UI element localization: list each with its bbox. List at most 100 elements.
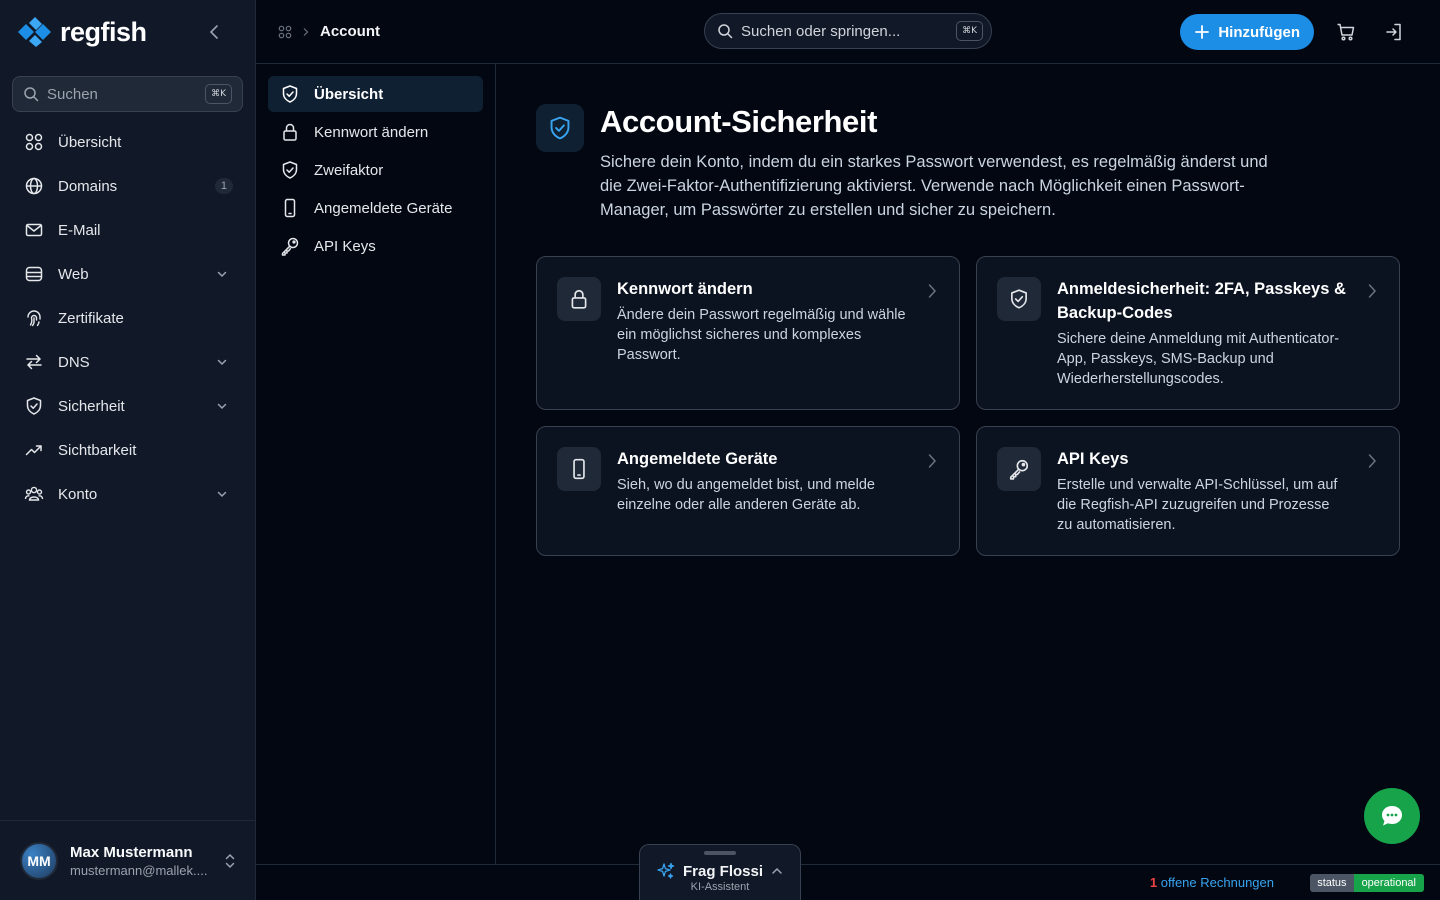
topbar: Account Suchen oder springen... ⌘K Hinzu… [256,0,1440,64]
user-info: Max Mustermann mustermann@mallek.... [70,844,207,878]
search-icon [24,87,39,102]
sidebar-item-label: Konto [58,485,98,503]
assistant-subtitle: KI-Assistent [690,881,750,893]
sidebar-search-shortcut: ⌘K [205,84,232,104]
subnav-item-geraete[interactable]: Angemeldete Geräte [268,190,483,226]
main-content: Account-Sicherheit Sichere dein Konto, i… [496,64,1440,864]
subnav-item-label: API Keys [314,237,376,255]
plus-icon [1195,25,1210,39]
card-icon [997,447,1041,491]
sidebar-item-label: E-Mail [58,221,101,239]
subnav-item-kennwort[interactable]: Kennwort ändern [268,114,483,150]
regfish-logo-icon [18,17,51,47]
ai-assistant-panel[interactable]: Frag Flossi KI-Assistent [639,844,801,900]
global-search[interactable]: Suchen oder springen... ⌘K [704,13,992,49]
apps-icon[interactable] [278,25,292,39]
breadcrumb-current: Account [320,23,380,40]
subnav-item-uebersicht[interactable]: Übersicht [268,76,483,112]
open-invoices-label: offene Rechnungen [1157,875,1274,890]
sidebar-item-uebersicht[interactable]: Übersicht [0,120,255,164]
card-body: Anmeldesicherheit: 2FA, Passkeys & Backu… [1057,277,1347,389]
shield-check-icon [282,85,298,103]
chevron-right-icon [303,27,309,36]
sidebar-item-zertifikate[interactable]: Zertifikate [0,296,255,340]
user-menu[interactable]: MM Max Mustermann mustermann@mallek.... [0,820,256,900]
global-search-shortcut: ⌘K [956,21,983,41]
domains-count-badge: 1 [214,178,233,194]
sidebar-search[interactable]: Suchen ⌘K [12,76,243,112]
key-icon [1009,459,1029,480]
chevron-up-icon [772,867,782,874]
page-header: Account-Sicherheit Sichere dein Konto, i… [536,104,1400,222]
status-badge[interactable]: status operational [1310,874,1424,892]
logout-button[interactable] [1378,16,1410,48]
phone-icon [284,198,296,218]
sidebar-item-konto[interactable]: Konto [0,472,255,516]
chat-button[interactable] [1364,788,1420,844]
chevron-up-down-icon [225,853,235,868]
sidebar-item-dns[interactable]: DNS [0,340,255,384]
sidebar-item-domains[interactable]: Domains 1 [0,164,255,208]
grid-icon [25,133,43,151]
sidebar-item-label: Sichtbarkeit [58,441,137,459]
page-icon [536,104,584,152]
status-badge-key: status [1310,874,1354,892]
card-title: Anmeldesicherheit: 2FA, Passkeys & Backu… [1057,280,1346,322]
collapse-sidebar-button[interactable] [203,21,225,43]
sidebar-item-sicherheit[interactable]: Sicherheit [0,384,255,428]
assistant-name: Frag Flossi [682,862,764,880]
avatar: MM [20,841,58,880]
add-button[interactable]: Hinzufügen [1180,14,1314,50]
chevron-right-icon [928,454,937,468]
page-description: Sichere dein Konto, indem du ein starkes… [600,153,1268,219]
subnav-item-zweifaktor[interactable]: Zweifaktor [268,152,483,188]
sidebar-item-sichtbarkeit[interactable]: Sichtbarkeit [0,428,255,472]
drag-handle[interactable] [704,851,736,855]
subnav-item-label: Übersicht [314,85,384,103]
card-icon [557,277,601,321]
arrows-icon [26,354,42,370]
chevron-down-icon [217,403,227,410]
chevron-left-icon [209,25,218,39]
card-description: Ändere dein Passwort regelmäßig und wähl… [617,307,906,363]
globe-icon [25,177,43,195]
card-api-keys[interactable]: API Keys Erstelle und verwalte API-Schlü… [976,426,1400,556]
card-anmeldesicherheit[interactable]: Anmeldesicherheit: 2FA, Passkeys & Backu… [976,256,1400,410]
brand-logo[interactable]: regfish [16,17,147,48]
subnav-item-api-keys[interactable]: API Keys [268,228,483,264]
phone-icon [573,458,585,480]
card-description: Sieh, wo du angemeldet bist, und melde e… [617,477,875,513]
shield-check-icon [1011,289,1027,309]
add-button-label: Hinzufügen [1218,23,1300,41]
card-kennwort-aendern[interactable]: Kennwort ändern Ändere dein Passwort reg… [536,256,960,410]
card-title: API Keys [1057,450,1129,468]
card-angemeldete-geraete[interactable]: Angemeldete Geräte Sieh, wo du angemelde… [536,426,960,556]
chevron-down-icon [217,271,227,278]
shield-check-icon [282,161,298,179]
subnav-item-label: Kennwort ändern [314,123,429,141]
shield-icon [26,397,42,415]
card-body: API Keys Erstelle und verwalte API-Schlü… [1057,447,1347,535]
logo-row: regfish [0,0,255,64]
fingerprint-icon [27,310,41,327]
card-title: Angemeldete Geräte [617,450,778,468]
global-search-placeholder: Suchen oder springen... [741,22,901,40]
chevron-right-icon [1368,284,1377,298]
cart-button[interactable] [1330,16,1362,48]
lock-icon [283,123,297,141]
sidebar-item-web[interactable]: Web [0,252,255,296]
subnav-item-label: Angemeldete Geräte [314,199,453,217]
user-name: Max Mustermann [70,843,193,861]
logout-icon [1386,23,1401,41]
users-icon [24,486,44,501]
shield-check-icon [550,116,570,140]
open-invoices-link[interactable]: 1 offene Rechnungen [1150,875,1274,890]
page-title: Account-Sicherheit [600,104,878,139]
sidebar-item-label: Sicherheit [58,397,125,415]
top-actions: Hinzufügen [1180,14,1410,50]
card-body: Angemeldete Geräte Sieh, wo du angemelde… [617,447,907,535]
account-subnav: Übersicht Kennwort ändern Zweifaktor Ang… [256,64,496,864]
sidebar-item-email[interactable]: E-Mail [0,208,255,252]
card-icon [997,277,1041,321]
search-icon [718,24,733,39]
